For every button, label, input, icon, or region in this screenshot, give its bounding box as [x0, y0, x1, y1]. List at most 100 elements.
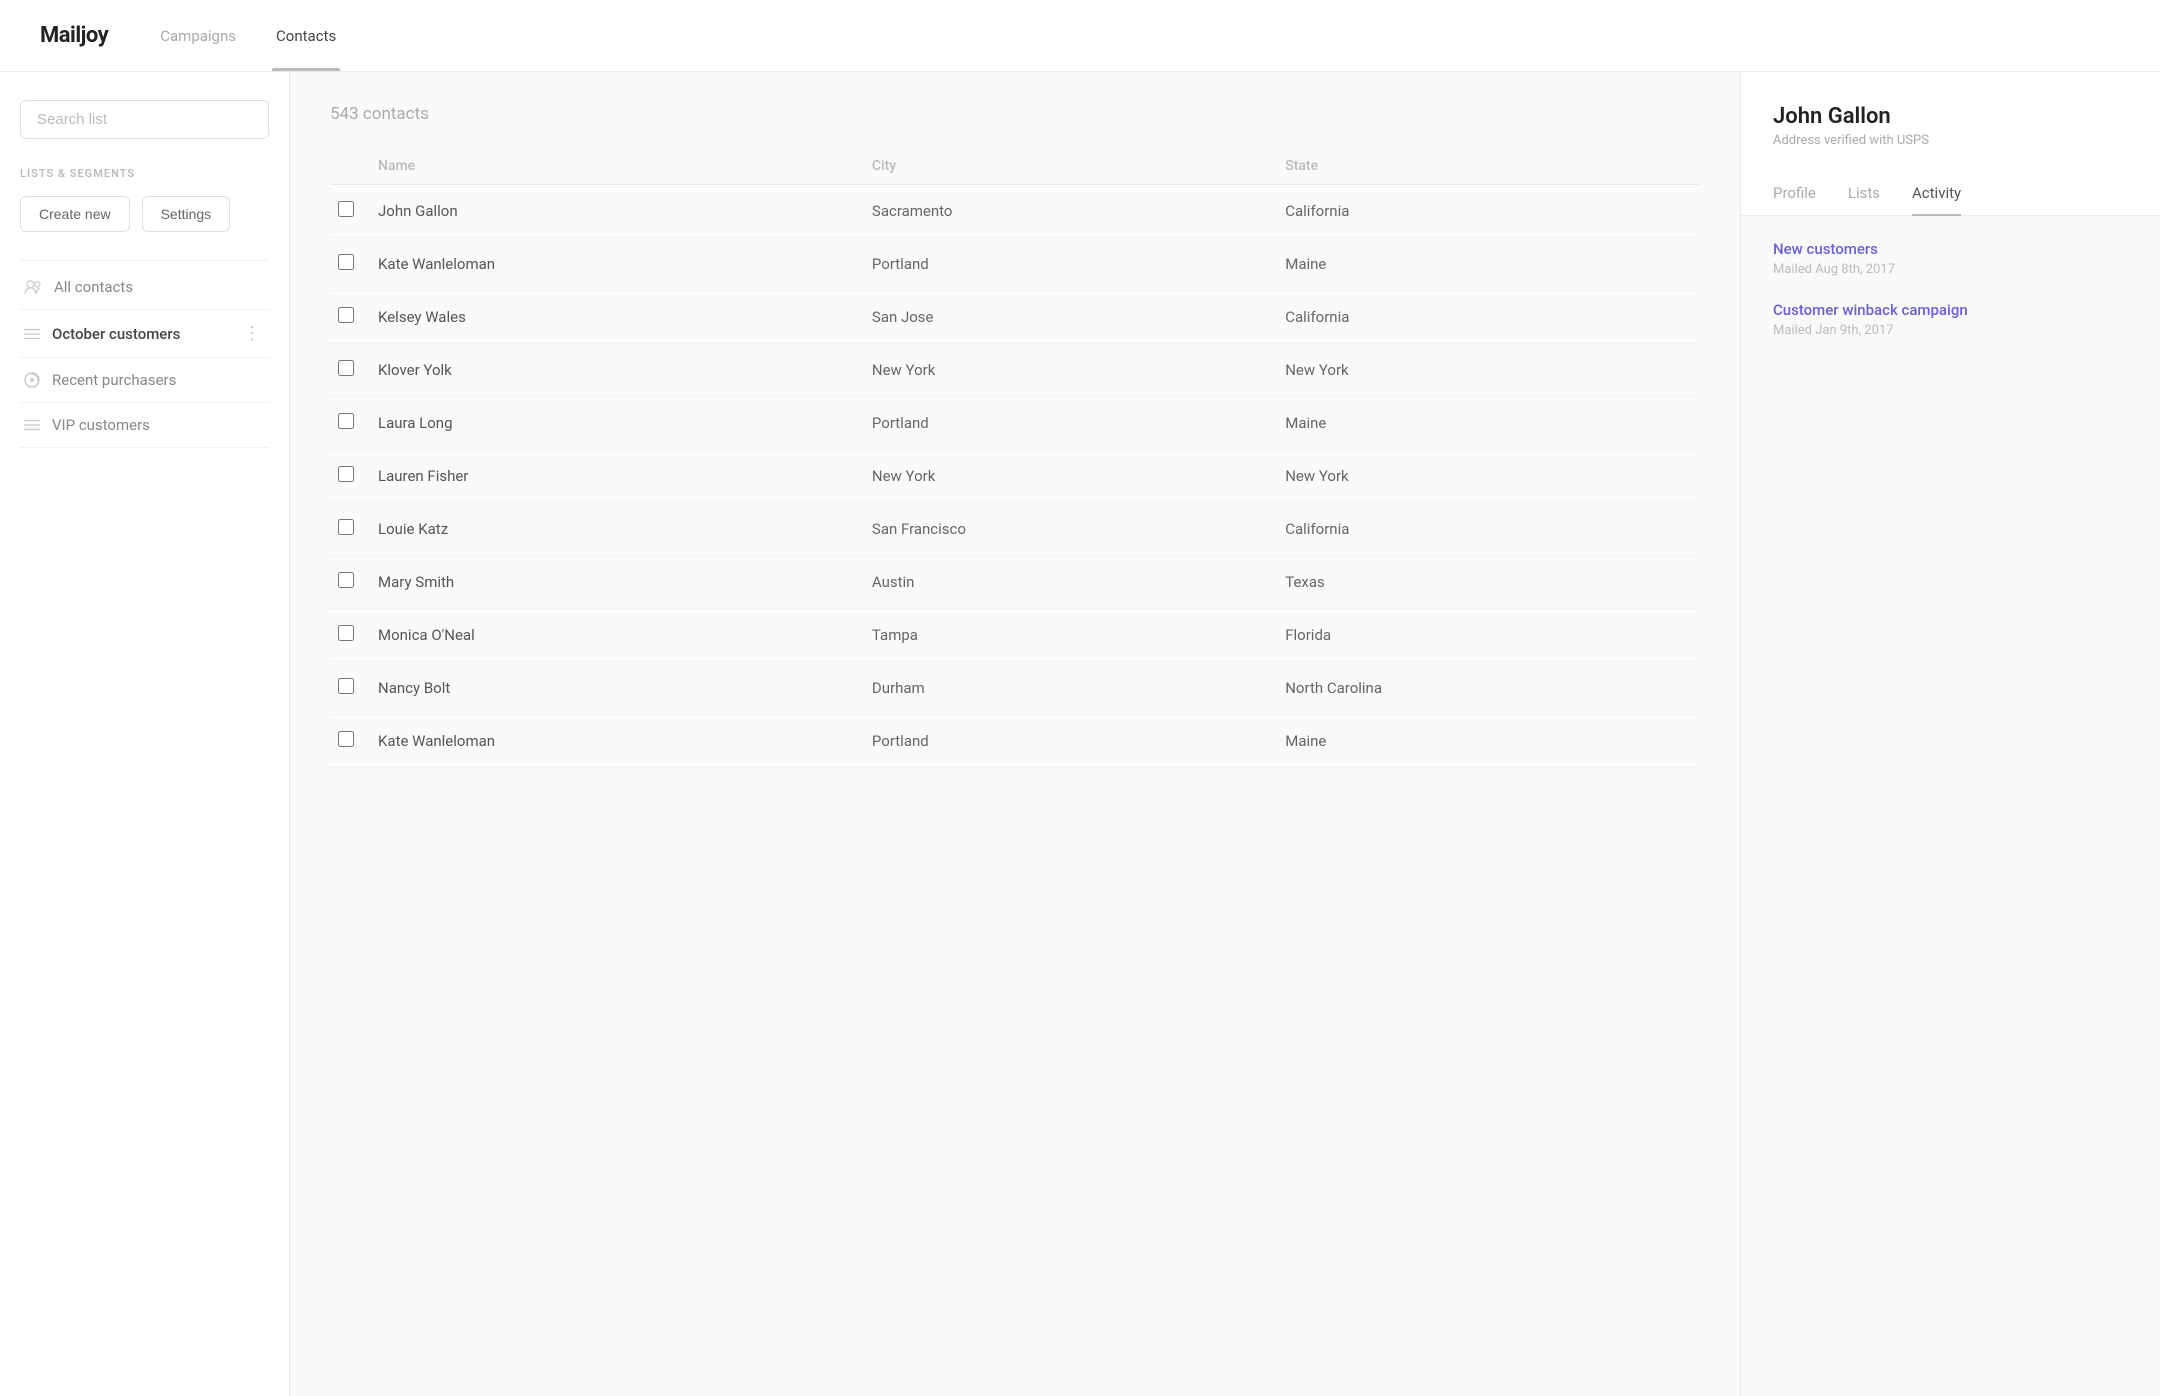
search-input[interactable]: [20, 100, 269, 139]
row-checkbox-0[interactable]: [338, 201, 354, 217]
row-name-0: John Gallon: [370, 185, 864, 238]
row-name-5: Lauren Fisher: [370, 450, 864, 503]
people-icon: [24, 280, 42, 294]
row-checkbox-8[interactable]: [338, 625, 354, 641]
row-checkbox-cell-3: [330, 344, 370, 397]
row-checkbox-6[interactable]: [338, 519, 354, 535]
contact-name-title: John Gallon: [1773, 104, 2128, 129]
contact-subtitle: Address verified with USPS: [1773, 133, 2128, 148]
row-checkbox-2[interactable]: [338, 307, 354, 323]
tab-lists[interactable]: Lists: [1848, 172, 1880, 216]
row-state-6: California: [1277, 503, 1700, 556]
table-row[interactable]: Kate Wanleloman Portland Maine: [330, 238, 1700, 291]
table-row[interactable]: Mary Smith Austin Texas: [330, 556, 1700, 609]
segment-icon-recent: [24, 372, 40, 388]
row-checkbox-cell-1: [330, 238, 370, 291]
row-name-3: Klover Yolk: [370, 344, 864, 397]
more-options-icon[interactable]: ⋮: [239, 323, 265, 344]
table-row[interactable]: Monica O'Neal Tampa Florida: [330, 609, 1700, 662]
sidebar-item-vip-customers[interactable]: VIP customers: [20, 403, 269, 448]
sidebar-buttons: Create new Settings: [20, 196, 269, 232]
right-panel: John Gallon Address verified with USPS P…: [1740, 72, 2160, 1396]
row-state-7: Texas: [1277, 556, 1700, 609]
row-state-9: North Carolina: [1277, 662, 1700, 715]
table-row[interactable]: Nancy Bolt Durham North Carolina: [330, 662, 1700, 715]
nav-tabs: Campaigns Contacts: [156, 0, 340, 71]
row-checkbox-10[interactable]: [338, 731, 354, 747]
row-name-9: Nancy Bolt: [370, 662, 864, 715]
sidebar: LISTS & SEGMENTS Create new Settings All…: [0, 72, 290, 1396]
row-city-10: Portland: [864, 715, 1277, 768]
row-checkbox-9[interactable]: [338, 678, 354, 694]
create-new-button[interactable]: Create new: [20, 196, 130, 232]
campaign-title-customer-winback[interactable]: Customer winback campaign: [1773, 301, 2128, 319]
table-row[interactable]: Kelsey Wales San Jose California: [330, 291, 1700, 344]
search-input-container: [20, 100, 269, 139]
row-city-4: Portland: [864, 397, 1277, 450]
nav-tab-campaigns[interactable]: Campaigns: [156, 0, 240, 71]
app-logo: Mailjoy: [40, 23, 108, 48]
campaign-title-new-customers[interactable]: New customers: [1773, 240, 2128, 258]
sidebar-item-label-vip-customers: VIP customers: [52, 416, 265, 434]
row-city-1: Portland: [864, 238, 1277, 291]
row-checkbox-cell-2: [330, 291, 370, 344]
row-state-1: Maine: [1277, 238, 1700, 291]
row-checkbox-4[interactable]: [338, 413, 354, 429]
row-name-1: Kate Wanleloman: [370, 238, 864, 291]
row-city-0: Sacramento: [864, 185, 1277, 238]
row-name-4: Laura Long: [370, 397, 864, 450]
list-icon-vip: [24, 418, 40, 432]
row-checkbox-cell-5: [330, 450, 370, 503]
table-row[interactable]: Louie Katz San Francisco California: [330, 503, 1700, 556]
row-name-6: Louie Katz: [370, 503, 864, 556]
row-checkbox-5[interactable]: [338, 466, 354, 482]
row-city-6: San Francisco: [864, 503, 1277, 556]
table-row[interactable]: Kate Wanleloman Portland Maine: [330, 715, 1700, 768]
sidebar-section-label: LISTS & SEGMENTS: [20, 167, 269, 180]
right-panel-body: New customers Mailed Aug 8th, 2017 Custo…: [1741, 216, 2160, 1396]
contact-count: 543 contacts: [330, 104, 1700, 124]
row-name-10: Kate Wanleloman: [370, 715, 864, 768]
campaign-item-customer-winback: Customer winback campaign Mailed Jan 9th…: [1773, 301, 2128, 338]
row-checkbox-cell-9: [330, 662, 370, 715]
list-icon-october: [24, 327, 40, 341]
row-checkbox-1[interactable]: [338, 254, 354, 270]
row-checkbox-cell-6: [330, 503, 370, 556]
sidebar-item-recent-purchasers[interactable]: Recent purchasers: [20, 358, 269, 403]
row-checkbox-cell-4: [330, 397, 370, 450]
contact-table: Name City State John Gallon Sacramento C…: [330, 148, 1700, 768]
nav-tab-contacts[interactable]: Contacts: [272, 0, 340, 71]
row-city-3: New York: [864, 344, 1277, 397]
table-row[interactable]: Klover Yolk New York New York: [330, 344, 1700, 397]
sidebar-item-label-october-customers: October customers: [52, 325, 239, 343]
table-header-checkbox: [330, 148, 370, 185]
table-row[interactable]: Lauren Fisher New York New York: [330, 450, 1700, 503]
row-city-8: Tampa: [864, 609, 1277, 662]
right-tabs: Profile Lists Activity: [1741, 172, 2160, 216]
settings-button[interactable]: Settings: [142, 196, 231, 232]
sidebar-divider: [20, 260, 269, 261]
row-city-5: New York: [864, 450, 1277, 503]
campaign-date-customer-winback: Mailed Jan 9th, 2017: [1773, 323, 2128, 338]
main-layout: LISTS & SEGMENTS Create new Settings All…: [0, 72, 2160, 1396]
sidebar-item-all-contacts[interactable]: All contacts: [20, 265, 269, 310]
row-state-4: Maine: [1277, 397, 1700, 450]
app-container: Mailjoy Campaigns Contacts LISTS & SEGME…: [0, 0, 2160, 1396]
row-checkbox-3[interactable]: [338, 360, 354, 376]
row-checkbox-cell-7: [330, 556, 370, 609]
right-panel-header: John Gallon Address verified with USPS: [1741, 72, 2160, 172]
row-city-9: Durham: [864, 662, 1277, 715]
row-name-2: Kelsey Wales: [370, 291, 864, 344]
table-header-state: State: [1277, 148, 1700, 185]
table-header-city: City: [864, 148, 1277, 185]
table-row[interactable]: Laura Long Portland Maine: [330, 397, 1700, 450]
row-checkbox-7[interactable]: [338, 572, 354, 588]
campaign-date-new-customers: Mailed Aug 8th, 2017: [1773, 262, 2128, 277]
tab-profile[interactable]: Profile: [1773, 172, 1816, 216]
row-state-10: Maine: [1277, 715, 1700, 768]
sidebar-item-october-customers[interactable]: October customers ⋮: [20, 310, 269, 358]
row-name-8: Monica O'Neal: [370, 609, 864, 662]
table-row[interactable]: John Gallon Sacramento California: [330, 185, 1700, 238]
row-checkbox-cell-8: [330, 609, 370, 662]
tab-activity[interactable]: Activity: [1912, 172, 1961, 216]
